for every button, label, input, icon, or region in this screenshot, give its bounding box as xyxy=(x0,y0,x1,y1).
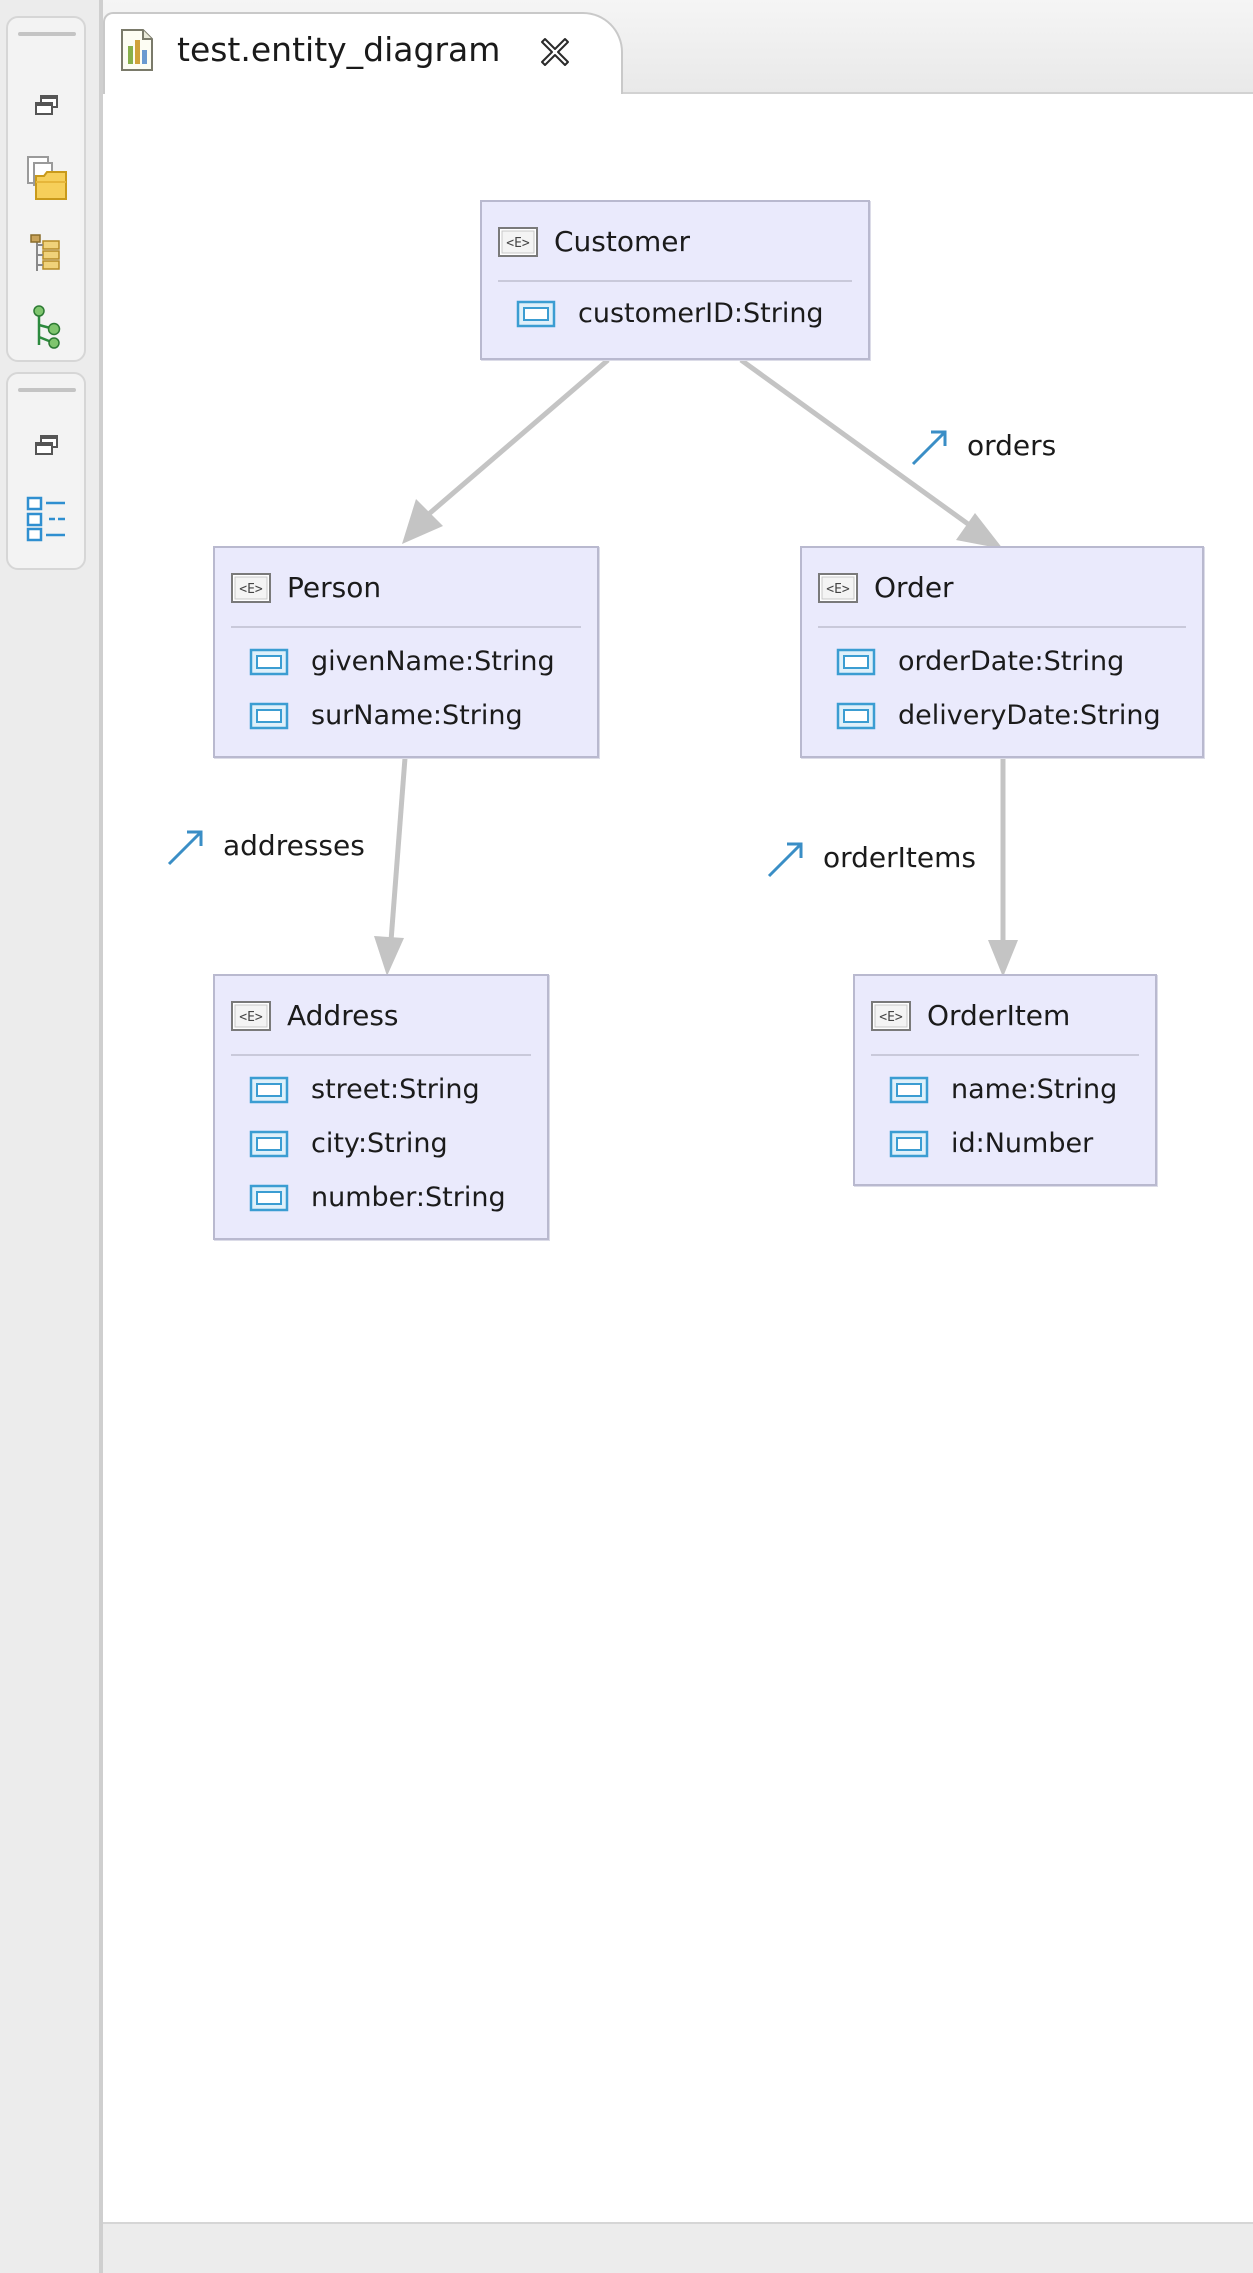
attribute-icon xyxy=(249,648,289,676)
attribute-text: customerID:String xyxy=(578,298,824,329)
entity-divider xyxy=(871,1054,1139,1056)
reference-icon xyxy=(767,842,803,878)
attribute-text: givenName:String xyxy=(311,646,555,677)
relation-label-addresses[interactable]: addresses xyxy=(165,824,365,868)
entity-icon: <E> xyxy=(818,573,858,603)
attribute-row[interactable]: orderDate:String xyxy=(836,642,1124,682)
attribute-row[interactable]: deliveryDate:String xyxy=(836,696,1161,736)
attribute-row[interactable]: number:String xyxy=(249,1178,506,1218)
tab-title: test.entity_diagram xyxy=(177,30,501,69)
relation-name: orderItems xyxy=(823,841,976,874)
relation-name: addresses xyxy=(223,829,365,862)
svg-text:<E>: <E> xyxy=(239,1010,263,1025)
attribute-text: street:String xyxy=(311,1074,480,1105)
entity-icon: <E> xyxy=(231,573,271,603)
reference-icon xyxy=(167,830,203,866)
attribute-row[interactable]: id:Number xyxy=(889,1124,1093,1164)
entity-order[interactable]: <E> Order orderDate:String deliveryDate:… xyxy=(800,546,1204,758)
entity-person[interactable]: <E> Person givenName:String surName:Stri… xyxy=(213,546,599,758)
entity-header: <E> Address xyxy=(231,996,399,1036)
restore-icon[interactable] xyxy=(22,420,72,470)
entity-name: OrderItem xyxy=(927,999,1071,1032)
relation-label-orders[interactable]: orders xyxy=(909,424,1056,468)
diagram-file-icon xyxy=(121,29,153,71)
svg-text:<E>: <E> xyxy=(239,582,263,597)
attribute-icon xyxy=(249,702,289,730)
attribute-icon xyxy=(249,1076,289,1104)
attribute-text: orderDate:String xyxy=(898,646,1125,677)
attribute-icon xyxy=(516,300,556,328)
attribute-text: number:String xyxy=(311,1182,506,1213)
attribute-icon xyxy=(836,648,876,676)
attribute-icon xyxy=(889,1130,929,1158)
entity-icon: <E> xyxy=(871,1001,911,1031)
attribute-icon xyxy=(249,1130,289,1158)
relation-label-orderitems[interactable]: orderItems xyxy=(765,836,976,880)
left-trim-bar xyxy=(0,0,95,2273)
trim-stack-2 xyxy=(6,372,86,570)
reference-icon xyxy=(911,430,947,466)
entity-name: Order xyxy=(874,571,954,604)
entity-icon: <E> xyxy=(231,1001,271,1031)
entity-name: Customer xyxy=(554,225,691,258)
attribute-row[interactable]: name:String xyxy=(889,1070,1117,1110)
connection-customer-person[interactable] xyxy=(402,358,610,544)
trim-grip[interactable] xyxy=(18,32,76,36)
entity-name: Person xyxy=(287,571,382,604)
attribute-icon xyxy=(249,1184,289,1212)
attribute-row[interactable]: customerID:String xyxy=(516,294,824,334)
editor-bottom-bar xyxy=(103,2222,1253,2273)
tab-test-entity-diagram[interactable]: test.entity_diagram xyxy=(103,12,623,96)
close-tab-icon[interactable] xyxy=(537,34,573,70)
connection-person-address[interactable] xyxy=(374,757,408,976)
entity-address[interactable]: <E> Address street:String city:String nu… xyxy=(213,974,549,1240)
package-explorer-icon[interactable] xyxy=(22,154,72,204)
entity-header: <E> Customer xyxy=(498,222,690,262)
entity-divider xyxy=(818,626,1186,628)
entity-divider xyxy=(498,280,852,282)
attribute-text: deliveryDate:String xyxy=(898,700,1161,731)
attribute-text: surName:String xyxy=(311,700,523,731)
outline-icon[interactable] xyxy=(22,494,72,544)
relation-name: orders xyxy=(967,429,1057,462)
attribute-row[interactable]: city:String xyxy=(249,1124,448,1164)
editor-tab-strip: test.entity_diagram xyxy=(103,0,1253,96)
attribute-icon xyxy=(889,1076,929,1104)
attribute-text: city:String xyxy=(311,1128,448,1159)
entity-header: <E> OrderItem xyxy=(871,996,1070,1036)
entity-icon: <E> xyxy=(498,227,538,257)
entity-orderitem[interactable]: <E> OrderItem name:String id:Number xyxy=(853,974,1157,1186)
entity-divider xyxy=(231,1054,531,1056)
attribute-row[interactable]: givenName:String xyxy=(249,642,555,682)
diagram-editor: test.entity_diagram orders addresses ord… xyxy=(103,0,1253,2273)
hierarchy-icon[interactable] xyxy=(22,228,72,278)
ide-window: test.entity_diagram orders addresses ord… xyxy=(0,0,1253,2273)
attribute-text: name:String xyxy=(951,1074,1118,1105)
svg-text:<E>: <E> xyxy=(879,1010,903,1025)
svg-text:<E>: <E> xyxy=(826,582,850,597)
trim-grip[interactable] xyxy=(18,388,76,392)
svg-text:<E>: <E> xyxy=(506,236,530,251)
entity-divider xyxy=(231,626,581,628)
attribute-row[interactable]: street:String xyxy=(249,1070,480,1110)
git-tree-icon[interactable] xyxy=(22,302,72,352)
attribute-icon xyxy=(836,702,876,730)
attribute-row[interactable]: surName:String xyxy=(249,696,523,736)
attribute-text: id:Number xyxy=(951,1128,1094,1159)
entity-name: Address xyxy=(287,999,399,1032)
entity-customer[interactable]: <E> Customer customerID:String xyxy=(480,200,870,360)
entity-header: <E> Person xyxy=(231,568,381,608)
trim-stack-1 xyxy=(6,16,86,362)
connection-order-orderitem[interactable] xyxy=(988,758,1018,977)
diagram-canvas[interactable]: orders addresses orderItems <E> Customer… xyxy=(103,94,1253,2224)
entity-header: <E> Order xyxy=(818,568,954,608)
restore-icon[interactable] xyxy=(22,80,72,130)
